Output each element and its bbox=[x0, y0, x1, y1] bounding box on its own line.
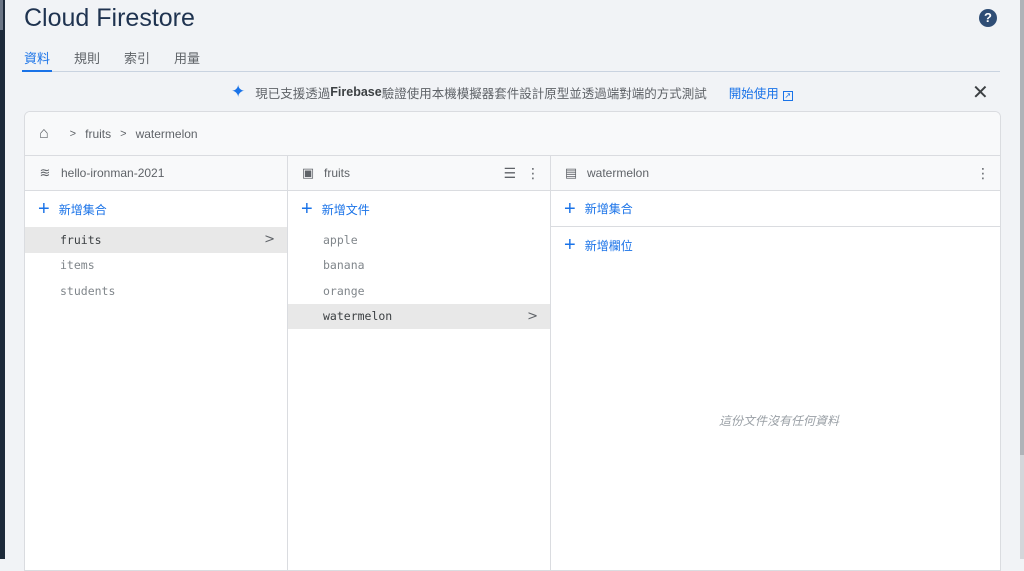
more-vert-icon[interactable]: ⋮ bbox=[976, 165, 990, 182]
tab-indexes[interactable]: 索引 bbox=[124, 48, 150, 71]
chevron-right-icon: > bbox=[264, 232, 275, 248]
list-item[interactable]: banana bbox=[288, 253, 550, 279]
document-column: ▤ watermelon ⋮ + 新增集合 + 新增欄位 這份文件沒有任何資料 bbox=[551, 156, 1000, 570]
plus-icon: + bbox=[564, 197, 576, 220]
tab-data[interactable]: 資料 bbox=[21, 48, 53, 72]
plus-icon: + bbox=[38, 198, 50, 220]
filter-icon[interactable]: ☰ bbox=[503, 165, 516, 182]
document-title: watermelon bbox=[587, 166, 650, 180]
add-collection-label: 新增集合 bbox=[58, 202, 107, 217]
sparkle-icon: ✦ bbox=[231, 82, 246, 101]
list-item[interactable]: items bbox=[25, 253, 287, 279]
add-field-button[interactable]: + 新增欄位 bbox=[551, 227, 1000, 263]
item-label: apple bbox=[323, 232, 358, 247]
more-vert-icon[interactable]: ⋮ bbox=[526, 165, 540, 182]
document-icon: ▤ bbox=[564, 165, 578, 180]
project-column-header: ≋ hello-ironman-2021 bbox=[25, 156, 287, 191]
collection-icon: ▣ bbox=[301, 165, 315, 180]
project-column: ≋ hello-ironman-2021 + 新增集合 fruits > items … bbox=[25, 156, 288, 570]
banner-text-pre: 現已支援透過 bbox=[255, 86, 331, 101]
list-item[interactable]: apple bbox=[288, 227, 550, 253]
close-banner-icon[interactable]: ✕ bbox=[972, 80, 989, 105]
add-document-button[interactable]: + 新增文件 bbox=[288, 191, 550, 227]
collection-title: fruits bbox=[324, 166, 351, 180]
item-label: watermelon bbox=[323, 309, 393, 324]
tab-bar: 資料 規則 索引 用量 bbox=[21, 48, 1000, 72]
item-label: items bbox=[60, 258, 95, 273]
add-collection-button[interactable]: + 新增集合 bbox=[25, 191, 287, 227]
open-in-new-icon: ↗ bbox=[782, 90, 793, 101]
project-title: hello-ironman-2021 bbox=[61, 166, 165, 180]
page-title: Cloud Firestore bbox=[24, 4, 195, 32]
get-started-link[interactable]: 開始使用 ↗ bbox=[729, 83, 793, 102]
tab-usage[interactable]: 用量 bbox=[174, 48, 200, 71]
plus-icon: + bbox=[301, 198, 313, 220]
list-item[interactable]: students bbox=[25, 278, 287, 304]
breadcrumb-fruits[interactable]: fruits bbox=[85, 127, 111, 141]
list-item[interactable]: orange bbox=[288, 278, 550, 304]
banner-text-bold: Firebase bbox=[330, 85, 382, 99]
breadcrumb: ⌂ > fruits > watermelon bbox=[25, 112, 1000, 156]
collection-column-header: ▣ fruits ☰ ⋮ bbox=[288, 156, 550, 191]
empty-document-message: 這份文件沒有任何資料 bbox=[719, 414, 840, 428]
data-panel: ⌂ > fruits > watermelon ≋ hello-ironman-2… bbox=[24, 111, 1001, 571]
add-document-label: 新增文件 bbox=[321, 202, 370, 217]
collection-column: ▣ fruits ☰ ⋮ + 新增文件 apple banana orange wat… bbox=[288, 156, 551, 570]
add-subcollection-button[interactable]: + 新增集合 bbox=[551, 191, 1000, 227]
emulator-banner: ✦ 現已支援透過 Firebase 驗證使用本機模擬器套件設計原型並透過端對端的… bbox=[231, 82, 793, 102]
document-column-header: ▤ watermelon ⋮ bbox=[551, 156, 1000, 191]
list-item[interactable]: fruits > bbox=[25, 227, 287, 253]
page-scrollbar[interactable] bbox=[1020, 0, 1024, 559]
item-label: students bbox=[60, 283, 116, 298]
chevron-right-icon: > bbox=[527, 308, 538, 324]
add-subcollection-label: 新增集合 bbox=[584, 202, 633, 216]
left-window-edge bbox=[0, 0, 5, 559]
page-scrollbar-thumb[interactable] bbox=[1020, 0, 1024, 455]
item-label: fruits bbox=[60, 232, 102, 247]
list-item[interactable]: watermelon > bbox=[288, 303, 550, 329]
add-field-label: 新增欄位 bbox=[584, 238, 633, 253]
get-started-label: 開始使用 bbox=[728, 86, 779, 101]
breadcrumb-watermelon[interactable]: watermelon bbox=[136, 127, 198, 141]
database-icon: ≋ bbox=[39, 165, 51, 180]
home-icon[interactable]: ⌂ bbox=[39, 125, 49, 143]
item-label: banana bbox=[323, 258, 365, 273]
left-scrollbar-thumb[interactable] bbox=[0, 0, 3, 30]
help-icon[interactable]: ? bbox=[979, 9, 997, 27]
tab-rules[interactable]: 規則 bbox=[74, 48, 100, 71]
chevron-right-icon: > bbox=[120, 127, 127, 140]
item-label: orange bbox=[323, 283, 365, 298]
banner-text-post: 驗證使用本機模擬器套件設計原型並透過端對端的方式測試 bbox=[381, 86, 707, 101]
plus-icon: + bbox=[564, 234, 576, 256]
chevron-right-icon: > bbox=[69, 127, 77, 140]
